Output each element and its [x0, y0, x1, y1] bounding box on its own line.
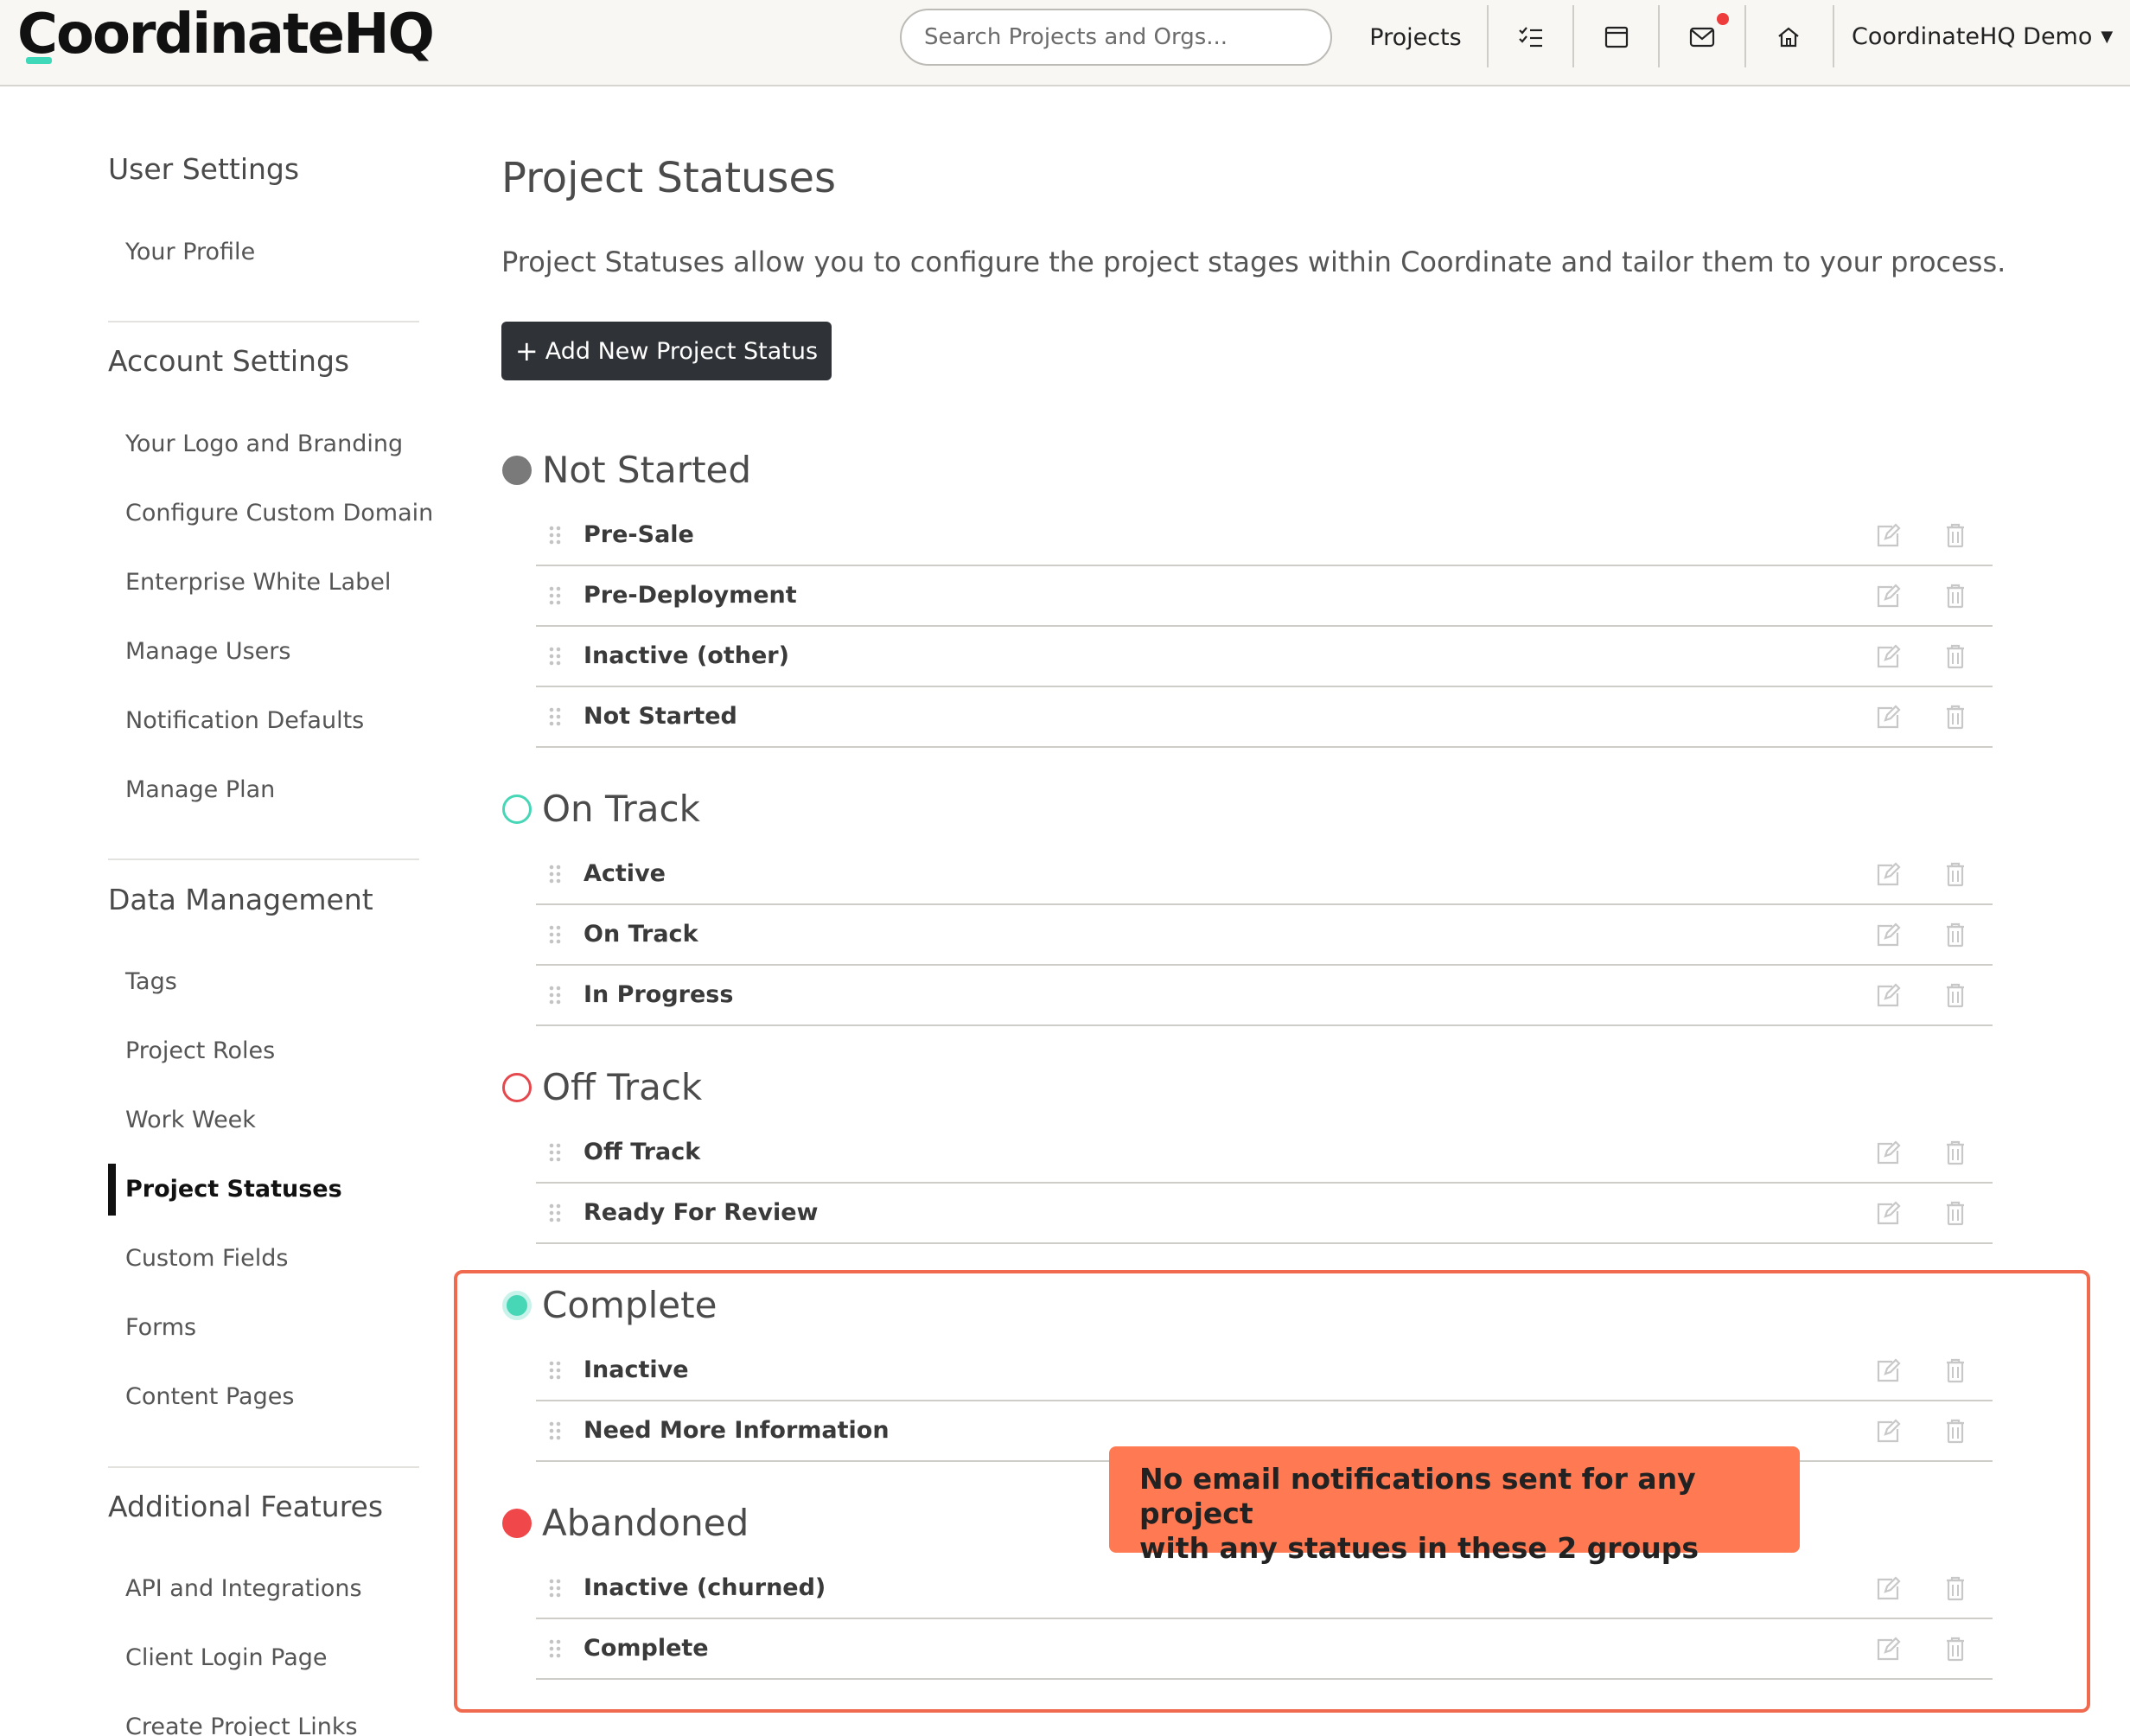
sidebar-item-project-statuses[interactable]: Project Statuses: [125, 1172, 342, 1207]
page-description: Project Statuses allow you to configure …: [501, 246, 2006, 278]
drag-handle-icon[interactable]: [549, 966, 566, 1024]
sidebar-item-tags[interactable]: Tags: [125, 965, 177, 999]
sidebar-item-content-pages[interactable]: Content Pages: [125, 1380, 294, 1414]
edit-icon[interactable]: [1875, 523, 1901, 549]
edit-icon[interactable]: [1875, 584, 1901, 610]
add-button-label: Add New Project Status: [545, 337, 819, 365]
sidebar-divider: [108, 1466, 419, 1468]
tasks-icon[interactable]: [1489, 0, 1573, 74]
edit-icon[interactable]: [1875, 862, 1901, 888]
status-row: Active: [536, 845, 1993, 905]
status-name: Pre-Deployment: [584, 582, 797, 609]
drag-handle-icon[interactable]: [549, 1123, 566, 1182]
sidebar-item-project-roles[interactable]: Project Roles: [125, 1034, 275, 1069]
status-name: Inactive (other): [584, 642, 789, 669]
sidebar-item-client-login-page[interactable]: Client Login Page: [125, 1641, 328, 1675]
edit-icon[interactable]: [1875, 644, 1901, 670]
home-icon[interactable]: [1746, 0, 1831, 74]
page-title: Project Statuses: [501, 154, 836, 202]
drag-handle-icon[interactable]: [549, 627, 566, 686]
edit-icon[interactable]: [1875, 922, 1901, 948]
drag-handle-icon[interactable]: [549, 845, 566, 903]
trash-icon[interactable]: [1945, 922, 1966, 948]
trash-icon[interactable]: [1945, 583, 1966, 609]
calendar-icon[interactable]: [1574, 0, 1659, 74]
sidebar-divider: [108, 858, 419, 860]
add-project-status-button[interactable]: + Add New Project Status: [501, 322, 832, 380]
status-row: Not Started: [536, 687, 1993, 748]
notification-badge: [1717, 13, 1729, 25]
status-name: Active: [584, 860, 666, 887]
sidebar-heading-account-settings: Account Settings: [108, 344, 350, 378]
logo-accent: [26, 57, 52, 64]
status-row: In Progress: [536, 966, 1993, 1026]
sidebar-heading-data-management: Data Management: [108, 883, 373, 916]
trash-icon[interactable]: [1945, 1139, 1966, 1165]
chevron-down-icon: ▼: [2101, 27, 2114, 46]
trash-icon[interactable]: [1945, 861, 1966, 887]
plus-icon: +: [514, 335, 539, 367]
status-row: Off Track: [536, 1123, 1993, 1184]
sidebar-item-work-week[interactable]: Work Week: [125, 1103, 256, 1138]
status-row: Ready For Review: [536, 1184, 1993, 1244]
status-name: Not Started: [584, 703, 737, 730]
trash-icon[interactable]: [1945, 982, 1966, 1008]
drag-handle-icon[interactable]: [549, 1184, 566, 1242]
edit-icon[interactable]: [1875, 983, 1901, 1009]
annotation-callout: No email notifications sent for any proj…: [1109, 1446, 1800, 1565]
account-menu[interactable]: CoordinateHQ Demo ▼: [1836, 0, 2130, 73]
search-input[interactable]: [900, 9, 1332, 66]
status-group-title: On Track: [542, 788, 700, 830]
status-dot-on-track: [502, 795, 532, 824]
sidebar-heading-user-settings: User Settings: [108, 152, 300, 186]
sidebar-item-white-label[interactable]: Enterprise White Label: [125, 565, 391, 600]
status-row: Pre-Deployment: [536, 566, 1993, 627]
edit-icon[interactable]: [1875, 1140, 1901, 1166]
status-name: In Progress: [584, 981, 734, 1008]
sidebar-item-logo-branding[interactable]: Your Logo and Branding: [125, 427, 403, 462]
nav-divider: [1833, 5, 1834, 67]
sidebar-heading-additional-features: Additional Features: [108, 1490, 384, 1523]
sidebar-item-forms[interactable]: Forms: [125, 1311, 196, 1345]
status-row: Pre-Sale: [536, 506, 1993, 566]
status-name: On Track: [584, 921, 698, 948]
sidebar-item-your-profile[interactable]: Your Profile: [125, 235, 255, 270]
drag-handle-icon[interactable]: [549, 905, 566, 964]
drag-handle-icon[interactable]: [549, 687, 566, 746]
status-row: On Track: [536, 905, 1993, 966]
sidebar-active-indicator: [108, 1164, 116, 1216]
sidebar-item-api-integrations[interactable]: API and Integrations: [125, 1572, 362, 1606]
status-group-title: Off Track: [542, 1066, 703, 1108]
sidebar-divider: [108, 321, 419, 322]
status-group-title: Not Started: [542, 449, 752, 491]
top-navigation-bar: CoordinateHQ Projects: [0, 0, 2130, 86]
callout-line-1: No email notifications sent for any proj…: [1139, 1462, 1696, 1530]
drag-handle-icon[interactable]: [549, 506, 566, 565]
edit-icon[interactable]: [1875, 1201, 1901, 1227]
settings-page: CoordinateHQ Projects: [0, 0, 2130, 1736]
trash-icon[interactable]: [1945, 522, 1966, 548]
status-name: Pre-Sale: [584, 521, 694, 548]
status-dot-off-track: [502, 1073, 532, 1102]
sidebar-item-custom-domain[interactable]: Configure Custom Domain: [125, 496, 433, 531]
status-name: Ready For Review: [584, 1199, 819, 1226]
sidebar-item-manage-plan[interactable]: Manage Plan: [125, 773, 275, 807]
callout-line-2: with any statues in these 2 groups: [1139, 1531, 1700, 1565]
account-name: CoordinateHQ Demo: [1852, 22, 2093, 50]
status-name: Off Track: [584, 1139, 701, 1165]
status-dot-not-started: [502, 456, 532, 485]
coordinatehq-logo[interactable]: CoordinateHQ: [17, 0, 435, 69]
sidebar-item-create-project-links[interactable]: Create Project Links: [125, 1710, 358, 1736]
trash-icon[interactable]: [1945, 1200, 1966, 1226]
sidebar-item-manage-users[interactable]: Manage Users: [125, 635, 290, 669]
edit-icon[interactable]: [1875, 705, 1901, 731]
nav-projects-link[interactable]: Projects: [1344, 0, 1487, 74]
sidebar-item-custom-fields[interactable]: Custom Fields: [125, 1241, 288, 1276]
trash-icon[interactable]: [1945, 704, 1966, 730]
sidebar-item-notification-defaults[interactable]: Notification Defaults: [125, 704, 364, 738]
status-row: Inactive (other): [536, 627, 1993, 687]
drag-handle-icon[interactable]: [549, 566, 566, 625]
mail-icon[interactable]: [1660, 0, 1744, 74]
trash-icon[interactable]: [1945, 643, 1966, 669]
